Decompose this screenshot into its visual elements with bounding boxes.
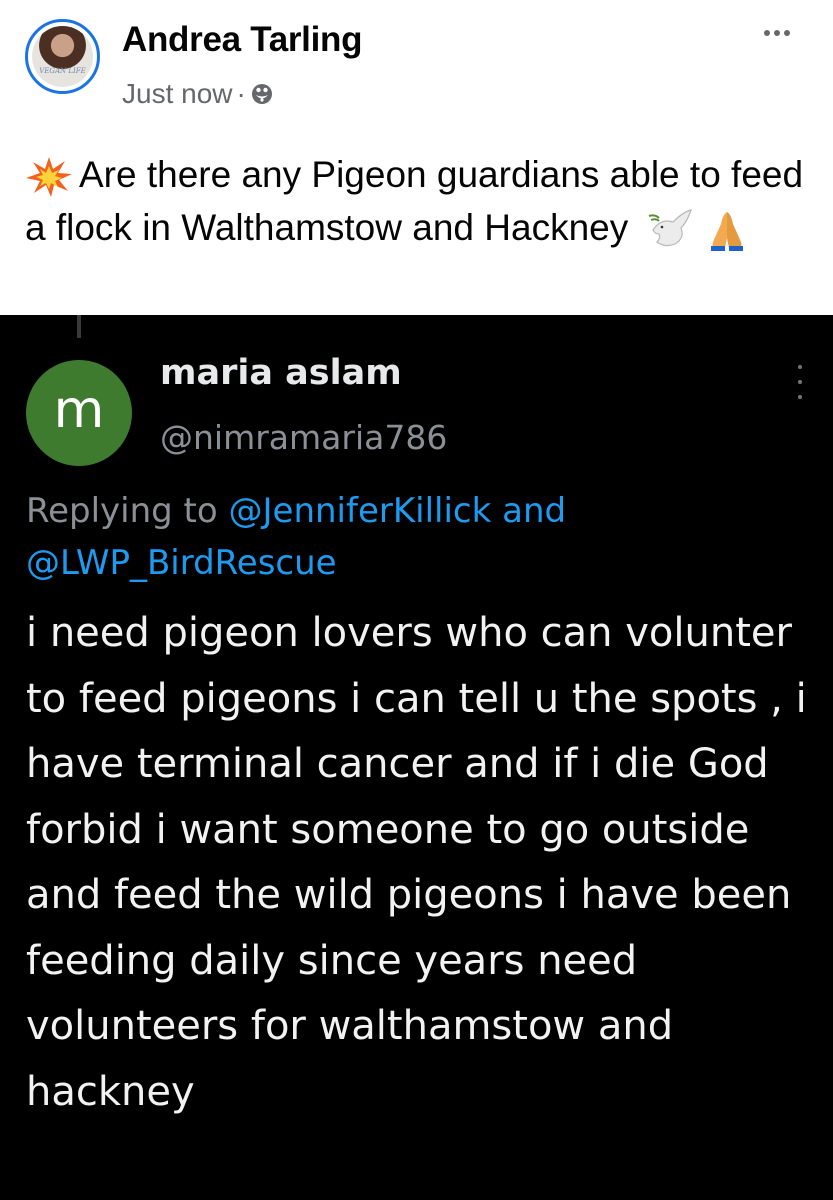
more-dot-icon: [774, 30, 780, 36]
post-header: VEGAN LIFE Andrea Tarling Just now ·: [0, 0, 833, 130]
post-options-button[interactable]: [757, 18, 797, 48]
mention-lwp-birdrescue: @LWP_BirdRescue: [26, 543, 337, 583]
thread-line: [77, 315, 81, 338]
folded-hands-emoji: [710, 212, 743, 252]
tweet-more-icon: [795, 365, 805, 399]
replying-prefix: Replying to: [26, 491, 218, 531]
replying-and: and: [502, 491, 567, 531]
post-timestamp[interactable]: Just now: [122, 78, 233, 110]
public-globe-icon[interactable]: [250, 82, 274, 106]
author-avatar[interactable]: VEGAN LIFE: [25, 19, 100, 94]
tweet-screenshot: m maria aslam @nimramaria786 Replying to…: [0, 315, 833, 1200]
dove-emoji: [648, 209, 692, 247]
avatar-photo: [32, 26, 93, 87]
more-dot-icon: [764, 30, 770, 36]
author-name[interactable]: Andrea Tarling: [122, 20, 362, 60]
meta-separator: ·: [236, 78, 246, 109]
avatar-logo-text: VEGAN LIFE: [39, 67, 86, 75]
tweet-author-name: maria aslam: [160, 353, 402, 393]
tweet-author-handle: @nimramaria786: [160, 418, 448, 457]
tweet-avatar: m: [26, 360, 132, 466]
post-meta: Just now ·: [122, 78, 274, 110]
tweet-body-text: i need pigeon lovers who can volunter to…: [26, 610, 807, 1115]
collision-emoji: [26, 157, 72, 198]
replying-to: Replying to @JenniferKillick and @LWP_Bi…: [26, 485, 816, 589]
mention-jenniferkillick: @JenniferKillick: [228, 491, 492, 531]
more-dot-icon: [784, 30, 790, 36]
post-message: Are there any Pigeon guardians able to f…: [25, 148, 815, 254]
